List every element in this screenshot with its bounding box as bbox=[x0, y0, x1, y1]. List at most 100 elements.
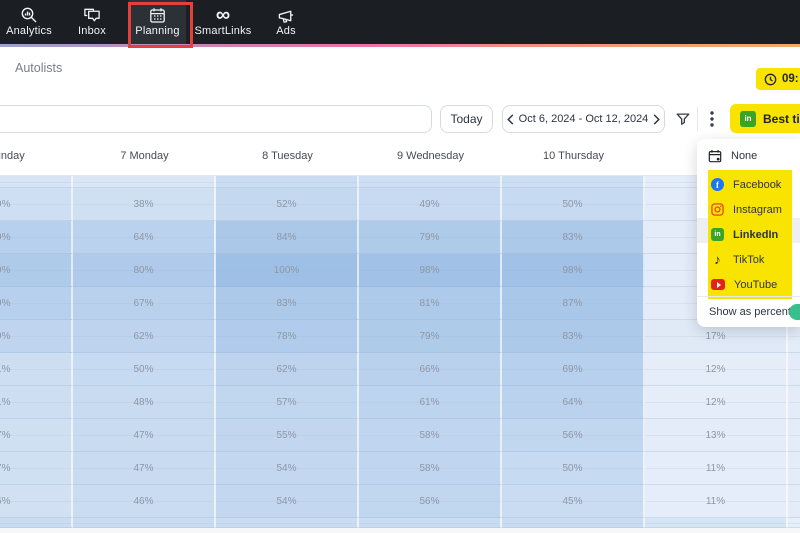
heatmap-cell[interactable] bbox=[359, 518, 502, 528]
menu-item-tiktok[interactable]: ♪TikTok bbox=[708, 247, 792, 272]
heatmap-cell[interactable]: 50% bbox=[502, 188, 645, 221]
toolbar: Today Oct 6, 2024 - Oct 12, 2024 in Best… bbox=[0, 91, 800, 140]
heatmap-cell[interactable]: 58% bbox=[359, 419, 502, 452]
heatmap-cell[interactable]: 52% bbox=[216, 188, 359, 221]
menu-item-youtube[interactable]: YouTube bbox=[708, 272, 792, 297]
heatmap-cell[interactable]: 47% bbox=[73, 419, 216, 452]
heatmap-cell[interactable] bbox=[788, 485, 800, 518]
heatmap-cell[interactable]: 39% bbox=[0, 188, 73, 221]
percentage-toggle[interactable] bbox=[789, 304, 800, 320]
menu-item-instagram[interactable]: Instagram bbox=[708, 197, 792, 222]
heatmap-cell[interactable]: 48% bbox=[73, 386, 216, 419]
heatmap-cell[interactable]: 84% bbox=[216, 221, 359, 254]
heatmap-cell[interactable]: 83% bbox=[502, 221, 645, 254]
heatmap-cell[interactable]: 47% bbox=[73, 452, 216, 485]
heatmap-cell[interactable]: 83% bbox=[502, 320, 645, 353]
heatmap-cell[interactable]: 55% bbox=[216, 419, 359, 452]
heatmap-cell[interactable]: 54% bbox=[216, 452, 359, 485]
heatmap-cell[interactable] bbox=[73, 176, 216, 188]
heatmap-cell[interactable]: 11% bbox=[645, 452, 788, 485]
heatmap-cell[interactable]: 54% bbox=[216, 485, 359, 518]
heatmap-cell[interactable]: 11% bbox=[645, 485, 788, 518]
nav-item-inbox[interactable]: Inbox bbox=[66, 0, 118, 44]
heatmap-cell[interactable]: 100% bbox=[216, 254, 359, 287]
heatmap-cell[interactable] bbox=[359, 176, 502, 188]
heatmap-cell[interactable] bbox=[788, 518, 800, 528]
heatmap-cell[interactable]: 38% bbox=[73, 188, 216, 221]
heatmap-cell[interactable]: 36% bbox=[0, 485, 73, 518]
today-button[interactable]: Today bbox=[440, 105, 493, 133]
nav-item-ads[interactable]: Ads bbox=[261, 0, 311, 44]
heatmap-cell[interactable]: 61% bbox=[359, 386, 502, 419]
heatmap-cell[interactable]: 49% bbox=[359, 188, 502, 221]
heatmap-cell[interactable]: 57% bbox=[216, 386, 359, 419]
heatmap-cell[interactable]: 83% bbox=[216, 287, 359, 320]
heatmap-cell[interactable]: 50% bbox=[502, 452, 645, 485]
heatmap-cell[interactable]: 37% bbox=[0, 419, 73, 452]
heatmap-cell-value: 47% bbox=[133, 430, 153, 441]
heatmap-cell[interactable]: 69% bbox=[0, 221, 73, 254]
heatmap-cell[interactable]: 98% bbox=[359, 254, 502, 287]
nav-item-analytics[interactable]: Analytics bbox=[3, 0, 55, 44]
list-search-input[interactable] bbox=[0, 105, 432, 133]
heatmap-cell[interactable]: 80% bbox=[73, 254, 216, 287]
nav-item-smartlinks[interactable]: ∞SmartLinks bbox=[190, 0, 256, 44]
heatmap-cell[interactable]: 13% bbox=[645, 419, 788, 452]
heatmap-cell[interactable]: 78% bbox=[216, 320, 359, 353]
date-range-label[interactable]: Oct 6, 2024 - Oct 12, 2024 bbox=[519, 106, 649, 132]
heatmap-cell-value: 98% bbox=[419, 265, 439, 276]
chevron-left-icon[interactable] bbox=[503, 106, 519, 132]
heatmap-cell[interactable] bbox=[502, 176, 645, 188]
heatmap-cell[interactable] bbox=[216, 518, 359, 528]
heatmap-cell[interactable]: 79% bbox=[0, 254, 73, 287]
heatmap-cell[interactable] bbox=[73, 518, 216, 528]
heatmap-cell[interactable]: 67% bbox=[73, 287, 216, 320]
menu-item-linkedin[interactable]: inLinkedIn bbox=[708, 222, 792, 247]
heatmap-cell[interactable] bbox=[216, 176, 359, 188]
heatmap-cell[interactable]: 69% bbox=[502, 353, 645, 386]
heatmap-cell[interactable]: 56% bbox=[502, 419, 645, 452]
heatmap-cell[interactable]: 45% bbox=[502, 485, 645, 518]
analytics-search-icon bbox=[20, 7, 38, 23]
heatmap-cell[interactable]: 12% bbox=[645, 353, 788, 386]
heatmap-cell[interactable] bbox=[645, 518, 788, 528]
heatmap-cell[interactable]: 58% bbox=[359, 452, 502, 485]
heatmap-cell[interactable]: 46% bbox=[73, 485, 216, 518]
nav-item-label: Planning bbox=[135, 25, 179, 37]
time-chip[interactable]: 09: bbox=[756, 68, 800, 90]
heatmap-cell[interactable] bbox=[502, 518, 645, 528]
heatmap-cell[interactable] bbox=[0, 176, 73, 188]
heatmap-cell[interactable]: 98% bbox=[502, 254, 645, 287]
nav-item-planning[interactable]: Planning bbox=[129, 0, 186, 44]
heatmap-cell[interactable]: 12% bbox=[645, 386, 788, 419]
network-filter-menu: None fFacebookInstagraminLinkedIn♪TikTok… bbox=[697, 139, 800, 327]
heatmap-cell[interactable]: 79% bbox=[359, 320, 502, 353]
menu-item-facebook[interactable]: fFacebook bbox=[708, 172, 792, 197]
heatmap-cell[interactable]: 37% bbox=[0, 452, 73, 485]
heatmap-cell[interactable]: 41% bbox=[0, 353, 73, 386]
heatmap-cell[interactable]: 64% bbox=[73, 221, 216, 254]
heatmap-cell[interactable] bbox=[788, 419, 800, 452]
heatmap-cell[interactable] bbox=[788, 386, 800, 419]
chevron-right-icon[interactable] bbox=[648, 106, 664, 132]
heatmap-cell[interactable]: 62% bbox=[73, 320, 216, 353]
heatmap-cell[interactable] bbox=[0, 518, 73, 528]
more-options-kebab-icon[interactable] bbox=[699, 105, 725, 133]
heatmap-cell[interactable] bbox=[788, 452, 800, 485]
heatmap-cell[interactable]: 69% bbox=[0, 287, 73, 320]
best-times-button[interactable]: in Best times bbox=[730, 104, 800, 133]
heatmap-cell[interactable]: 81% bbox=[359, 287, 502, 320]
heatmap-cell[interactable]: 66% bbox=[359, 353, 502, 386]
heatmap-cell[interactable]: 64% bbox=[502, 386, 645, 419]
heatmap-cell[interactable]: 56% bbox=[359, 485, 502, 518]
heatmap-cell[interactable]: 87% bbox=[502, 287, 645, 320]
menu-item-none[interactable]: None bbox=[697, 143, 800, 169]
heatmap-cell[interactable]: 59% bbox=[0, 320, 73, 353]
heatmap-cell[interactable] bbox=[788, 353, 800, 386]
heatmap-cell[interactable]: 50% bbox=[73, 353, 216, 386]
filter-funnel-icon[interactable] bbox=[670, 105, 696, 133]
heatmap-cell[interactable]: 79% bbox=[359, 221, 502, 254]
heatmap-cell[interactable]: 41% bbox=[0, 386, 73, 419]
day-header: 9 Wednesday bbox=[397, 150, 464, 162]
heatmap-cell[interactable]: 62% bbox=[216, 353, 359, 386]
